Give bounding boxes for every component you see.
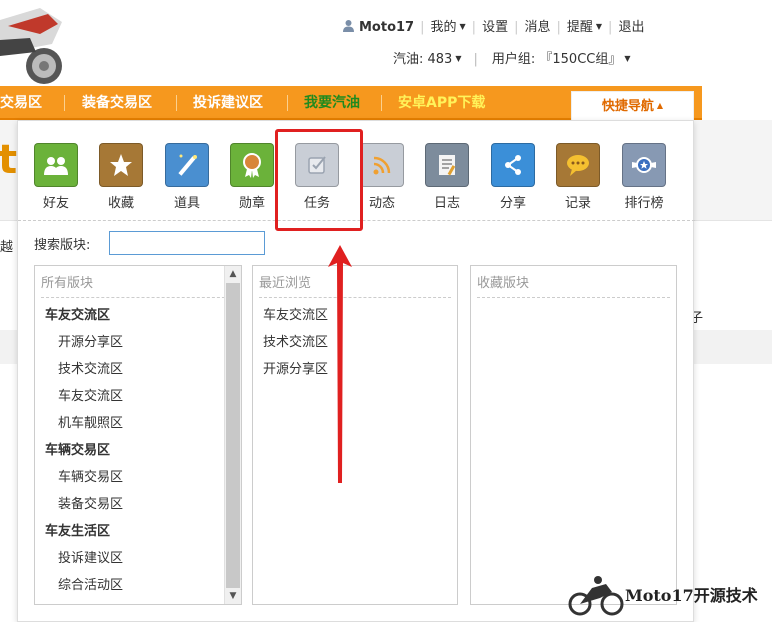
recent-item[interactable]: 车友交流区 [253, 302, 457, 329]
medal-icon [243, 153, 261, 178]
search-input[interactable] [109, 231, 265, 255]
watermark-text: Moto17开源技术 [625, 586, 758, 605]
caret-up-icon: ▲ [656, 101, 664, 110]
annotation-highlight-box [275, 129, 363, 231]
forum-group[interactable]: 车友生活区 [35, 518, 241, 545]
column-title: 所有版块 [41, 272, 235, 298]
caret-down-icon: ▼ [455, 54, 462, 63]
nav-item-complaints[interactable]: 投诉建议区 [193, 86, 263, 120]
column-title: 收藏版块 [477, 272, 670, 298]
scrollbar[interactable]: ▲ ▼ [224, 266, 241, 604]
forum-list: 车友交流区 开源分享区 技术交流区 车友交流区 机车靓照区 车辆交易区 车辆交易… [35, 298, 241, 599]
recent-item[interactable]: 开源分享区 [253, 356, 457, 383]
settings-link[interactable]: 设置 [482, 16, 508, 35]
my-menu[interactable]: 我的 ▼ [431, 16, 466, 35]
nav-item-get-fuel[interactable]: 我要汽油 [304, 86, 360, 120]
scrollbar-thumb[interactable] [226, 283, 240, 588]
quick-item-journal[interactable]: 日志 [417, 143, 477, 211]
logout-link[interactable]: 退出 [618, 16, 644, 35]
annotation-arrow-icon [328, 245, 352, 483]
usergroup-menu[interactable]: 用户组: 『150CC组』 ▼ [492, 52, 631, 67]
quick-item-ranking[interactable]: 排行榜 [614, 143, 674, 211]
recent-forums-column: 最近浏览 车友交流区 技术交流区 开源分享区 [252, 265, 458, 605]
nav-item-vehicle-trade[interactable]: 车交易区 [0, 86, 42, 120]
caret-down-icon: ▼ [595, 22, 603, 31]
forum-item[interactable]: 机车靓照区 [35, 410, 241, 437]
speech-bubble-icon [567, 155, 589, 176]
rss-icon [373, 156, 391, 175]
ranking-badge-icon [632, 157, 656, 173]
forum-item[interactable]: 技术交流区 [35, 356, 241, 383]
user-profile-link[interactable]: Moto17 [342, 19, 414, 35]
username: Moto17 [359, 20, 415, 35]
user-stats-bar: 汽油: 483 ▼ | 用户组: 『150CC组』 ▼ [393, 52, 631, 67]
nav-item-android-app[interactable]: 安卓APP下载 [398, 86, 485, 120]
recent-list: 车友交流区 技术交流区 开源分享区 [253, 298, 457, 383]
quick-item-medals[interactable]: 勋章 [222, 143, 282, 211]
column-title: 最近浏览 [259, 272, 451, 298]
forum-item[interactable]: 综合活动区 [35, 572, 241, 599]
search-label: 搜索版块: [34, 238, 91, 253]
magic-wand-icon [178, 154, 197, 176]
journal-icon [439, 155, 456, 176]
motorcycle-logo [0, 8, 62, 84]
user-bar: Moto17 | 我的 ▼ | 设置 | 消息 | 提醒 ▼ | 退出 [342, 16, 644, 35]
forum-group[interactable]: 车辆交易区 [35, 437, 241, 464]
quick-item-props[interactable]: 道具 [157, 143, 217, 211]
all-forums-column: 所有版块 车友交流区 开源分享区 技术交流区 车友交流区 机车靓照区 车辆交易区… [34, 265, 242, 605]
user-icon [343, 20, 354, 32]
friends-icon [44, 157, 68, 175]
fuel-menu[interactable]: 汽油: 483 ▼ [393, 52, 461, 67]
favorite-forums-column: 收藏版块 [470, 265, 677, 605]
quick-item-friends[interactable]: 好友 [26, 143, 86, 211]
messages-link[interactable]: 消息 [524, 16, 550, 35]
caret-down-icon: ▼ [624, 54, 631, 63]
forum-item[interactable]: 投诉建议区 [35, 545, 241, 572]
quick-item-share[interactable]: 分享 [483, 143, 543, 211]
forum-item[interactable]: 开源分享区 [35, 329, 241, 356]
forum-item[interactable]: 车辆交易区 [35, 464, 241, 491]
forum-group[interactable]: 车友交流区 [35, 302, 241, 329]
page-text-fragment: 越 [0, 240, 14, 255]
scroll-down-icon[interactable]: ▼ [225, 588, 241, 604]
forum-item[interactable]: 装备交易区 [35, 491, 241, 518]
caret-down-icon: ▼ [459, 22, 466, 31]
scroll-up-icon[interactable]: ▲ [225, 266, 241, 282]
star-icon [110, 154, 132, 176]
nav-item-gear-trade[interactable]: 装备交易区 [82, 86, 152, 120]
recent-item[interactable]: 技术交流区 [253, 329, 457, 356]
quick-item-records[interactable]: 记录 [548, 143, 608, 211]
forum-item[interactable]: 车友交流区 [35, 383, 241, 410]
quick-item-favorites[interactable]: 收藏 [91, 143, 151, 211]
notifications-menu[interactable]: 提醒 ▼ [567, 16, 602, 35]
share-icon [505, 155, 521, 175]
quick-nav-button[interactable]: 快捷导航 ▲ [571, 91, 694, 121]
